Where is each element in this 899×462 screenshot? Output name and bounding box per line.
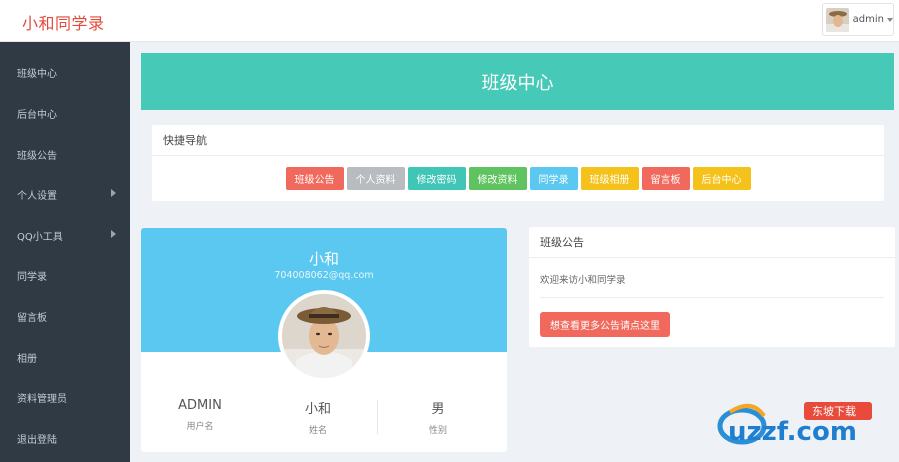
chevron-right-icon — [111, 230, 116, 238]
sidebar-item-personal-settings[interactable]: 个人设置 — [0, 174, 130, 214]
change-password-button[interactable]: 修改密码 — [407, 167, 466, 190]
stat-key: 用户名 — [186, 422, 214, 432]
stat-gender: 男 性别 — [379, 398, 497, 436]
sidebar-item-class-notice[interactable]: 班级公告 — [0, 134, 130, 174]
quick-nav-panel: 快捷导航 班级公告 个人资料 修改密码 修改资料 同学录 班级相册 留言板 后台… — [152, 125, 884, 201]
user-avatar — [826, 7, 849, 32]
more-notices-button[interactable]: 想查看更多公告请点这里 — [540, 312, 670, 337]
sidebar-item-label: 同学录 — [17, 272, 47, 283]
sidebar-item-label: 班级中心 — [17, 69, 57, 80]
sidebar-item-message-board[interactable]: 留言板 — [0, 296, 130, 336]
stat-value: ADMIN — [178, 398, 222, 413]
profile-email: 704008062@qq.com — [274, 270, 374, 281]
admin-center-button[interactable]: 后台中心 — [692, 167, 751, 190]
panel-header: 班级公告 — [529, 227, 895, 258]
sidebar-item-data-admin[interactable]: 资料管理员 — [0, 377, 130, 417]
sidebar: 班级中心 后台中心 班级公告 个人设置 QQ小工具 同学录 留言板 相册 资料管… — [0, 42, 130, 462]
sidebar-item-classmates[interactable]: 同学录 — [0, 255, 130, 295]
sidebar-item-label: 相册 — [17, 354, 37, 365]
notice-text: 欢迎来访小和同学录 — [540, 275, 626, 286]
page-title: 班级中心 — [481, 72, 554, 94]
sidebar-item-label: 后台中心 — [17, 110, 57, 121]
quick-nav-title: 快捷导航 — [163, 134, 207, 147]
sidebar-item-logout[interactable]: 退出登陆 — [0, 418, 130, 458]
avatar — [278, 290, 370, 382]
stat-realname: 小和 姓名 — [259, 398, 377, 436]
stat-username: ADMIN 用户名 — [141, 398, 259, 432]
notice-panel: 班级公告 欢迎来访小和同学录 想查看更多公告请点这里 — [529, 227, 895, 347]
sidebar-item-label: QQ小工具 — [17, 232, 63, 243]
user-menu[interactable]: admin — [822, 3, 894, 36]
top-bar: 小和同学录 admin — [0, 0, 899, 42]
sidebar-item-label: 班级公告 — [17, 151, 57, 162]
message-board-button[interactable]: 留言板 — [641, 167, 690, 190]
class-notice-button[interactable]: 班级公告 — [285, 167, 344, 190]
stat-key: 性别 — [428, 426, 447, 436]
brand-title[interactable]: 小和同学录 — [22, 10, 105, 34]
class-album-button[interactable]: 班级相册 — [580, 167, 639, 190]
edit-profile-button[interactable]: 修改资料 — [468, 167, 527, 190]
chevron-down-icon — [887, 17, 893, 22]
sidebar-item-label: 个人设置 — [17, 191, 57, 202]
divider — [377, 400, 378, 434]
sidebar-item-qq-tools[interactable]: QQ小工具 — [0, 215, 130, 255]
sidebar-item-album[interactable]: 相册 — [0, 337, 130, 377]
user-name: admin — [852, 14, 884, 25]
classmates-button[interactable]: 同学录 — [529, 167, 578, 190]
watermark-badge-text: 东坡下载 — [812, 405, 856, 418]
watermark-logo: uzzf.com 东坡下载 — [712, 396, 898, 452]
chevron-right-icon — [111, 189, 116, 197]
divider — [540, 297, 884, 298]
panel-header: 快捷导航 — [152, 125, 884, 156]
profile-name: 小和 — [308, 250, 339, 268]
personal-info-button[interactable]: 个人资料 — [346, 167, 405, 190]
sidebar-item-label: 资料管理员 — [17, 394, 67, 405]
sidebar-item-class-center[interactable]: 班级中心 — [0, 52, 130, 92]
sidebar-item-admin-center[interactable]: 后台中心 — [0, 93, 130, 133]
quick-nav-buttons: 班级公告 个人资料 修改密码 修改资料 同学录 班级相册 留言板 后台中心 — [152, 167, 884, 190]
stat-value: 男 — [431, 402, 445, 417]
page-banner: 班级中心 — [141, 53, 894, 110]
watermark-main-text: uzzf.com — [728, 417, 857, 447]
profile-card: 小和 704008062@qq.com ADMIN 用户名 小和 姓名 男 性别 — [141, 228, 507, 452]
notice-title: 班级公告 — [540, 236, 584, 249]
sidebar-item-label: 退出登陆 — [17, 435, 57, 446]
stat-value: 小和 — [304, 402, 331, 417]
sidebar-item-label: 留言板 — [17, 313, 47, 324]
stat-key: 姓名 — [308, 426, 327, 436]
profile-stats: ADMIN 用户名 小和 姓名 男 性别 — [141, 398, 507, 438]
